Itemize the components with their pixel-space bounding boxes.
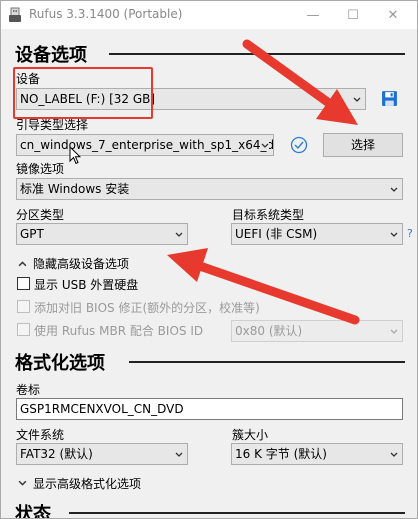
usb-hdd-label: 显示 USB 外置硬盘 — [34, 278, 139, 292]
check-circle-icon[interactable] — [290, 136, 308, 154]
cluster-size-label: 簇大小 — [232, 428, 269, 442]
volume-label-input[interactable]: GSP1RMCENXVOL_CN_DVD — [16, 398, 403, 420]
status-section-heading: 状态 — [15, 504, 51, 519]
image-option-label: 镜像选项 — [16, 162, 65, 176]
old-bios-label: 添加对旧 BIOS 修正(额外的分区，校准等) — [34, 301, 260, 315]
file-system-value: FAT32 (默认) — [20, 447, 93, 461]
rufus-window: Rufus 3.3.1400 (Portable) — ☐ ✕ 设备选项 设备 … — [0, 0, 418, 519]
volume-label-label: 卷标 — [16, 383, 41, 397]
volume-label-value: GSP1RMCENXVOL_CN_DVD — [20, 402, 184, 416]
device-advanced-toggle[interactable]: 隐藏高级设备选项 — [18, 255, 129, 272]
maximize-button[interactable]: ☐ — [333, 1, 373, 29]
rufus-mbr-label: 使用 Rufus MBR 配合 BIOS ID — [34, 324, 204, 338]
annotation-arrow-to-select — [242, 39, 358, 125]
rufus-mbr-checkbox[interactable] — [17, 323, 30, 336]
annotation-highlight-box — [13, 67, 153, 119]
window-title: Rufus 3.3.1400 (Portable) — [29, 7, 183, 21]
bios-id-dropdown[interactable]: 0x80 (默认) — [231, 320, 403, 342]
chevron-down-icon — [390, 232, 398, 237]
rufus-usb-icon — [9, 7, 21, 22]
chevron-down-icon — [175, 232, 183, 237]
mouse-cursor-icon — [69, 146, 81, 165]
partition-scheme-label: 分区类型 — [16, 208, 65, 222]
format-advanced-toggle[interactable]: 显示高级格式化选项 — [18, 475, 141, 492]
chevron-down-icon — [18, 480, 27, 486]
drive-section-heading: 设备选项 — [15, 45, 87, 66]
cluster-size-dropdown[interactable]: 16 K 字节 (默认) — [231, 443, 403, 465]
format-advanced-toggle-label: 显示高级格式化选项 — [33, 477, 142, 491]
chevron-down-icon — [390, 452, 398, 457]
old-bios-checkbox[interactable] — [17, 300, 30, 313]
format-section-heading: 格式化选项 — [15, 353, 105, 374]
chevron-down-icon — [175, 452, 183, 457]
select-button[interactable]: 选择 — [323, 133, 403, 157]
target-system-value: UEFI (非 CSM) — [235, 227, 318, 241]
minimize-button[interactable]: — — [293, 1, 333, 29]
target-system-dropdown[interactable]: UEFI (非 CSM) — [231, 223, 403, 245]
chevron-down-icon — [261, 142, 269, 150]
image-option-dropdown[interactable]: 标准 Windows 安装 — [16, 178, 403, 200]
section-divider — [69, 512, 405, 514]
section-divider — [109, 53, 405, 55]
close-button[interactable]: ✕ — [373, 1, 413, 29]
file-system-dropdown[interactable]: FAT32 (默认) — [16, 443, 188, 465]
target-system-label: 目标系统类型 — [232, 208, 305, 222]
chevron-down-icon — [353, 97, 361, 102]
partition-scheme-dropdown[interactable]: GPT — [16, 223, 188, 245]
chevron-down-icon — [390, 329, 398, 334]
device-advanced-toggle-label: 隐藏高级设备选项 — [33, 257, 130, 271]
image-option-value: 标准 Windows 安装 — [20, 182, 130, 196]
chevron-up-icon — [18, 261, 27, 267]
file-system-label: 文件系统 — [16, 428, 65, 442]
cluster-size-value: 16 K 字节 (默认) — [235, 447, 327, 461]
chevron-down-icon — [390, 187, 398, 192]
partition-scheme-value: GPT — [20, 227, 44, 241]
boot-selection-value: cn_windows_7_enterprise_with_sp1_x64_dvd… — [20, 138, 274, 152]
boot-selection-dropdown[interactable]: cn_windows_7_enterprise_with_sp1_x64_dvd… — [16, 134, 274, 156]
title-bar: Rufus 3.3.1400 (Portable) — ☐ ✕ — [1, 1, 417, 29]
bios-id-value: 0x80 (默认) — [235, 324, 303, 338]
usb-hdd-checkbox[interactable] — [17, 277, 30, 290]
section-divider — [129, 361, 405, 363]
floppy-save-icon[interactable] — [381, 90, 398, 107]
target-help-link[interactable]: ? — [407, 227, 413, 240]
